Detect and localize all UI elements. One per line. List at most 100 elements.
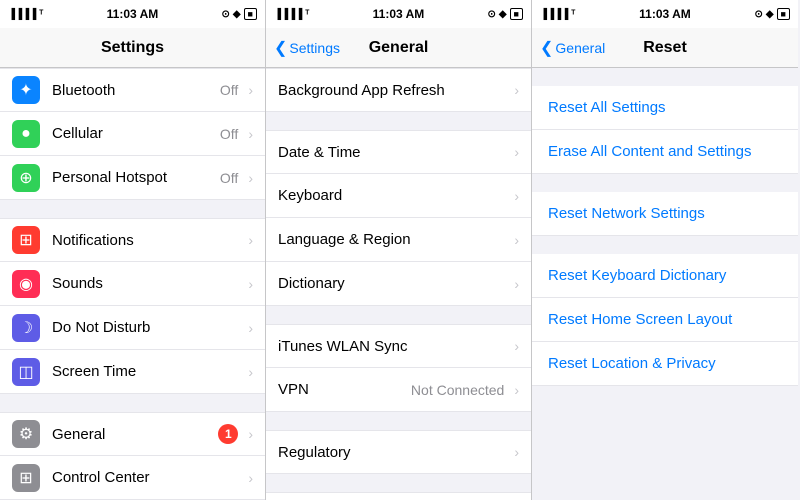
nav-bar: ❮General Reset	[532, 28, 798, 68]
chevron-right-icon: ›	[248, 126, 253, 142]
item-label: Dictionary	[278, 275, 510, 292]
status-time: 11:03 AM	[107, 7, 159, 21]
reset-link-label: Reset Keyboard Dictionary	[548, 267, 726, 284]
list-item[interactable]: ✦ BluetoothOff ›	[0, 68, 265, 112]
status-bar: ▐▐▐▐ ᵀ 11:03 AM ⊙◆■	[532, 0, 798, 28]
reset-link-item[interactable]: Reset Keyboard Dictionary	[532, 254, 798, 298]
section-list: ✦BluetoothOff›●CellularOff›⊕Personal Hot…	[0, 68, 265, 500]
list-item[interactable]: Dictionary›	[266, 262, 531, 306]
section-separator	[532, 174, 798, 192]
back-label: Settings	[289, 40, 340, 56]
list-item[interactable]: ◉Sounds›	[0, 262, 265, 306]
back-label: General	[555, 40, 605, 56]
panel-general: ▐▐▐▐ ᵀ11:03 AM⊙◆■❮SettingsGeneralBackgro…	[266, 0, 532, 500]
item-label: Keyboard	[278, 187, 510, 204]
list-item[interactable]: ⚙General1›	[0, 412, 265, 456]
back-button[interactable]: ❮Settings	[274, 38, 340, 58]
hotspot-icon: ⊕	[12, 164, 40, 192]
status-time: 11:03 AM	[373, 7, 425, 21]
reset-link-label: Reset Network Settings	[548, 205, 705, 222]
nav-title: Settings	[101, 39, 164, 57]
reset-link-label: Reset All Settings	[548, 99, 666, 116]
status-bar: ▐▐▐▐ ᵀ11:03 AM⊙◆■	[266, 0, 531, 28]
section-separator	[0, 394, 265, 412]
item-value: Not Connected	[411, 382, 504, 398]
list-item[interactable]: Language & Region›	[266, 218, 531, 262]
section-list: Background App Refresh›Date & Time›Keybo…	[266, 68, 531, 500]
chevron-left-icon: ❮	[274, 38, 287, 58]
section-group: ⊞Notifications›◉Sounds›☽Do Not Disturb›◫…	[0, 218, 265, 394]
chevron-right-icon: ›	[248, 232, 253, 248]
chevron-right-icon: ›	[248, 364, 253, 380]
item-label: General	[52, 426, 218, 443]
controlcenter-icon: ⊞	[12, 464, 40, 492]
item-label: Date & Time	[278, 144, 510, 161]
battery-icons: ⊙◆■	[487, 8, 523, 20]
item-label: VPN	[278, 381, 411, 398]
chevron-right-icon: ›	[248, 276, 253, 292]
status-time: 11:03 AM	[639, 7, 691, 21]
general-icon: ⚙	[12, 420, 40, 448]
donotdisturb-icon: ☽	[12, 314, 40, 342]
battery-icons: ⊙◆■	[754, 8, 790, 20]
bluetooth-icon: ✦	[12, 76, 40, 104]
section-separator	[0, 200, 265, 218]
chevron-right-icon: ›	[514, 444, 519, 460]
item-value: Off	[220, 82, 238, 98]
section-group: ⚙General1›⊞Control Center›AADisplay & Br…	[0, 412, 265, 500]
reset-link-item[interactable]: Reset Network Settings	[532, 192, 798, 236]
list-item[interactable]: ⊕Personal HotspotOff›	[0, 156, 265, 200]
chevron-right-icon: ›	[514, 338, 519, 354]
item-label: Sounds	[52, 275, 244, 292]
section-group: Date & Time›Keyboard›Language & Region›D…	[266, 130, 531, 306]
reset-link-label: Erase All Content and Settings	[548, 143, 751, 160]
nav-title: General	[369, 39, 429, 57]
reset-link-item[interactable]: Reset Location & Privacy	[532, 342, 798, 386]
chevron-right-icon: ›	[248, 426, 253, 442]
list-item[interactable]: Regulatory›	[266, 430, 531, 474]
item-label: Background App Refresh	[278, 82, 510, 99]
chevron-left-icon: ❮	[540, 38, 553, 58]
reset-link-item[interactable]: Reset Home Screen Layout	[532, 298, 798, 342]
chevron-right-icon: ›	[514, 144, 519, 160]
list-item[interactable]: iTunes WLAN Sync›	[266, 324, 531, 368]
signal-icons: ▐▐▐▐ ᵀ	[540, 9, 575, 20]
chevron-right-icon: ›	[248, 320, 253, 336]
chevron-right-icon: ›	[248, 170, 253, 186]
signal-icons: ▐▐▐▐ ᵀ	[8, 9, 43, 20]
chevron-right-icon: ›	[248, 82, 253, 98]
section-separator	[532, 236, 798, 254]
list-item[interactable]: ☽Do Not Disturb›	[0, 306, 265, 350]
item-label: Cellular	[52, 125, 220, 142]
section-group: Regulatory›	[266, 430, 531, 474]
reset-link-label: Reset Home Screen Layout	[548, 311, 732, 328]
item-label: Screen Time	[52, 363, 244, 380]
list-item[interactable]: ●CellularOff›	[0, 112, 265, 156]
back-button[interactable]: ❮General	[540, 38, 605, 58]
section-group: Reset›	[266, 492, 531, 500]
chevron-right-icon: ›	[248, 470, 253, 486]
reset-link-item[interactable]: Reset All Settings	[532, 86, 798, 130]
list-item[interactable]: Background App Refresh›	[266, 68, 531, 112]
section-separator	[266, 412, 531, 430]
item-label: Notifications	[52, 232, 244, 249]
list-item[interactable]: ⊞ Notifications›	[0, 218, 265, 262]
item-label: Bluetooth	[52, 82, 220, 99]
panel-reset: ▐▐▐▐ ᵀ 11:03 AM ⊙◆■ ❮General Reset Reset All …	[532, 0, 798, 500]
nav-bar: Settings	[0, 28, 265, 68]
nav-bar: ❮Settings General	[266, 28, 531, 68]
chevron-right-icon: ›	[514, 276, 519, 292]
battery-icons: ⊙◆■	[221, 8, 257, 20]
list-item[interactable]: VPNNot Connected›	[266, 368, 531, 412]
list-item[interactable]: ⊞Control Center›	[0, 456, 265, 500]
list-item[interactable]: Date & Time›	[266, 130, 531, 174]
reset-link-label: Reset Location & Privacy	[548, 355, 716, 372]
list-item[interactable]: Keyboard›	[266, 174, 531, 218]
list-item[interactable]: ◫Screen Time›	[0, 350, 265, 394]
reset-link-item[interactable]: Erase All Content and Settings	[532, 130, 798, 174]
section-separator	[266, 112, 531, 130]
list-item[interactable]: Reset›	[266, 492, 531, 500]
nav-title: Reset	[643, 39, 687, 57]
notifications-icon: ⊞	[12, 226, 40, 254]
chevron-right-icon: ›	[514, 188, 519, 204]
